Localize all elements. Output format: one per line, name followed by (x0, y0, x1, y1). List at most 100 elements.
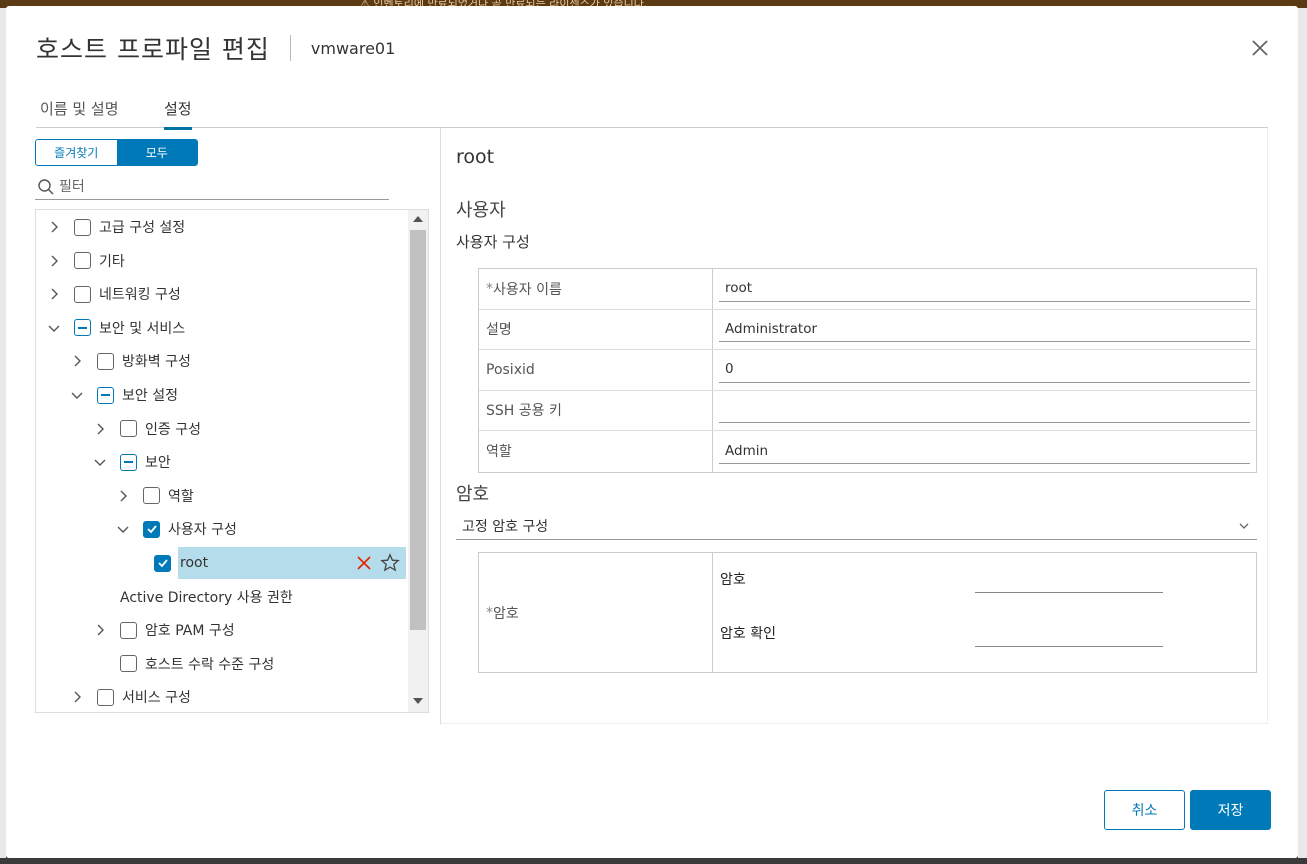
tree-item-label: 네트워킹 구성 (99, 287, 181, 304)
required-marker: * (486, 604, 493, 621)
chevron-right-icon[interactable] (46, 253, 62, 269)
tree-item[interactable]: root (154, 547, 406, 579)
field-row-role: 역할 (479, 431, 1256, 472)
chevron-right-icon[interactable] (115, 488, 131, 504)
detail-title: root (456, 146, 495, 168)
chevron-right-icon[interactable] (92, 421, 108, 437)
password-label: 암호 (493, 605, 519, 622)
tree-checkbox[interactable] (120, 655, 137, 673)
detail-pane: root 사용자 사용자 구성 *사용자 이름 설명 Posixid SSH 공… (441, 128, 1268, 724)
all-toggle-button[interactable]: 모두 (116, 140, 197, 165)
tree-item[interactable]: 인증 구성 (92, 413, 201, 445)
tree-checkbox[interactable] (97, 688, 114, 706)
tree-checkbox[interactable] (120, 621, 137, 639)
edit-host-profile-dialog: 호스트 프로파일 편집 vmware01 이름 및 설명 설정 즐겨찾기 모두 … (6, 6, 1298, 858)
close-icon[interactable] (1248, 36, 1272, 60)
tree-checkbox[interactable] (143, 520, 160, 538)
section-heading-password: 암호 (456, 484, 490, 505)
background-app-right (1298, 8, 1307, 858)
username-input[interactable] (719, 275, 1250, 302)
posixid-input[interactable] (719, 356, 1250, 383)
title-divider (289, 35, 291, 61)
password-field-label: 암호 (720, 572, 746, 588)
tree-item[interactable]: 보안 (92, 446, 171, 478)
tree-item[interactable]: 기타 (46, 245, 125, 277)
chevron-right-icon[interactable] (92, 622, 108, 638)
tree-item[interactable]: 사용자 구성 (115, 513, 237, 545)
field-label: 사용자 이름 (493, 281, 562, 298)
subsection-heading-user-config: 사용자 구성 (456, 233, 530, 251)
tree-item[interactable]: 서비스 구성 (69, 681, 191, 712)
cancel-button[interactable]: 취소 (1104, 790, 1185, 830)
field-row-posixid: Posixid (479, 350, 1256, 391)
tree-checkbox[interactable] (154, 554, 171, 572)
chevron-right-icon[interactable] (69, 689, 85, 705)
scroll-down-icon[interactable] (413, 698, 423, 704)
tree-item-label: 방화벽 구성 (122, 354, 191, 371)
password-mode-select[interactable]: 고정 암호 구성 (456, 512, 1257, 540)
filter-input[interactable] (59, 178, 359, 195)
tree-item-label: 역할 (168, 488, 194, 505)
tree-checkbox[interactable] (74, 285, 91, 303)
scroll-up-icon[interactable] (413, 216, 423, 222)
password-mode-value: 고정 암호 구성 (462, 518, 549, 535)
tree-item[interactable]: 호스트 수락 수준 구성 (92, 648, 274, 680)
tree-item[interactable]: 보안 및 서비스 (46, 312, 185, 344)
ssh-key-input[interactable] (719, 397, 1250, 424)
role-input[interactable] (719, 438, 1250, 465)
tree-checkbox[interactable] (120, 453, 137, 471)
tree-item[interactable]: 고급 구성 설정 (46, 211, 185, 243)
tree-item[interactable]: 방화벽 구성 (69, 345, 191, 377)
user-fields-grid: *사용자 이름 설명 Posixid SSH 공용 키 역할 (478, 268, 1257, 473)
tree-item[interactable]: Active Directory 사용 권한 (120, 581, 293, 613)
password-confirm-field-label: 암호 확인 (720, 626, 776, 642)
field-label: 역할 (479, 431, 713, 472)
tab-name-description[interactable]: 이름 및 설명 (40, 98, 119, 127)
chevron-right-icon[interactable] (46, 219, 62, 235)
tree-item-label: 인증 구성 (145, 421, 201, 438)
tree-checkbox[interactable] (74, 218, 91, 236)
tab-settings[interactable]: 설정 (164, 98, 192, 130)
tree-scrollbar[interactable] (408, 210, 428, 712)
tree-item-label: Active Directory 사용 권한 (120, 589, 293, 606)
tree-checkbox[interactable] (74, 252, 91, 270)
password-input[interactable] (975, 569, 1163, 593)
tree-scrollbar-thumb[interactable] (410, 230, 426, 630)
required-marker: * (486, 280, 493, 297)
chevron-down-icon[interactable] (92, 454, 108, 470)
tree-item-label: 서비스 구성 (122, 690, 191, 707)
chevron-right-icon[interactable] (69, 353, 85, 369)
tree-checkbox[interactable] (74, 319, 91, 337)
favorite-star-icon[interactable] (380, 553, 400, 577)
field-row-username: * 사용자 이름 (479, 269, 1256, 310)
delete-icon[interactable] (356, 555, 372, 575)
favorites-all-toggle: 즐겨찾기 모두 (35, 139, 198, 166)
tree-item[interactable]: 역할 (115, 480, 194, 512)
chevron-down-icon[interactable] (69, 387, 85, 403)
tree-checkbox[interactable] (97, 352, 114, 370)
field-row-description: 설명 (479, 309, 1256, 350)
favorites-toggle-button[interactable]: 즐겨찾기 (36, 140, 117, 165)
save-button[interactable]: 저장 (1190, 790, 1271, 830)
dialog-tabs: 이름 및 설명 설정 (36, 94, 1268, 130)
chevron-right-icon[interactable] (46, 286, 62, 302)
tree-checkbox[interactable] (143, 487, 160, 505)
tree-item-label: 보안 (145, 455, 171, 472)
tree-item-label: 암호 PAM 구성 (145, 623, 235, 640)
tree-item[interactable]: 네트워킹 구성 (46, 278, 181, 310)
tree-item-label: 보안 및 서비스 (99, 320, 186, 337)
tree-item[interactable]: 보안 설정 (69, 379, 178, 411)
background-app-bottom (0, 858, 1307, 864)
chevron-down-icon[interactable] (115, 521, 131, 537)
chevron-down-icon[interactable] (46, 320, 62, 336)
tree-checkbox[interactable] (120, 420, 137, 438)
field-label: 설명 (479, 309, 713, 349)
tree-item-label: 고급 구성 설정 (99, 220, 186, 236)
tree-item[interactable]: 암호 PAM 구성 (92, 614, 235, 646)
tree-checkbox[interactable] (97, 386, 114, 404)
description-input[interactable] (719, 316, 1250, 343)
dialog-title: 호스트 프로파일 편집 (36, 35, 270, 64)
tree-item-label: root (180, 555, 209, 571)
password-confirm-input[interactable] (975, 623, 1163, 647)
field-label: SSH 공용 키 (479, 390, 713, 430)
